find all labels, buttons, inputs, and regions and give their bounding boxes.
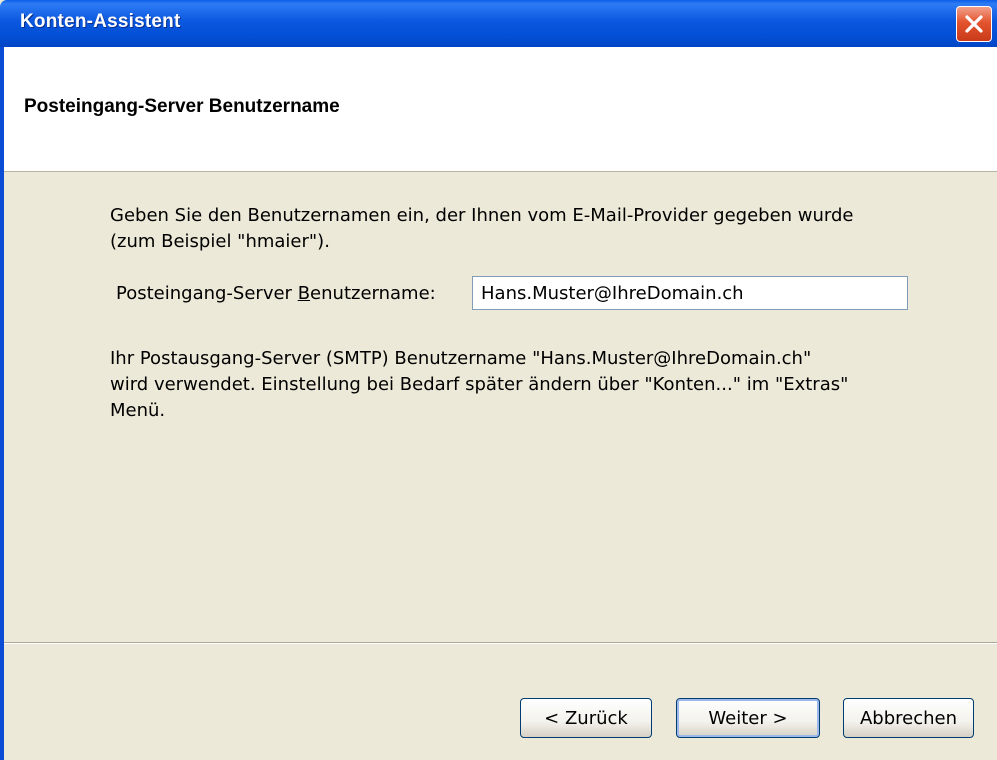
username-label-part1: Posteingang-Server (116, 283, 298, 304)
username-label-part2: enutzername: (310, 283, 436, 304)
page-title: Posteingang-Server Benutzername (24, 96, 340, 117)
close-icon (965, 15, 983, 33)
info-line-3: Menü. (110, 400, 166, 421)
title-bar[interactable]: Konten-Assistent (0, 0, 997, 47)
info-line-1: Ihr Postausgang-Server (SMTP) Benutzerna… (110, 348, 812, 369)
intro-text: Geben Sie den Benutzernamen ein, der Ihn… (110, 203, 930, 255)
info-line-2: wird verwendet. Einstellung bei Bedarf s… (110, 374, 849, 395)
intro-line-2: (zum Beispiel "hmaier"). (110, 231, 330, 252)
window-title: Konten-Assistent (20, 11, 181, 32)
button-separator (4, 642, 997, 644)
username-label-accelerator: B (297, 283, 311, 304)
wizard-header: Posteingang-Server Benutzername (4, 47, 997, 172)
account-wizard-dialog: Konten-Assistent Posteingang-Server Benu… (0, 0, 997, 760)
close-button[interactable] (956, 6, 992, 42)
username-label: Posteingang-Server Benutzername: (116, 283, 436, 304)
info-text: Ihr Postausgang-Server (SMTP) Benutzerna… (110, 346, 940, 424)
back-button[interactable]: < Zurück (520, 698, 652, 738)
intro-line-1: Geben Sie den Benutzernamen ein, der Ihn… (110, 205, 854, 226)
username-input[interactable] (472, 276, 908, 310)
cancel-button[interactable]: Abbrechen (843, 698, 974, 738)
next-button[interactable]: Weiter > (676, 698, 820, 738)
